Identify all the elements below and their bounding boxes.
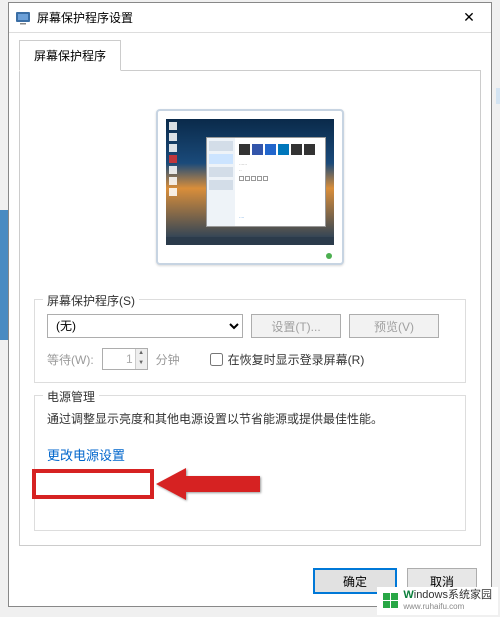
screensaver-settings-dialog: 屏幕保护程序设置 ✕ 屏幕保护程序 ········ [8, 2, 492, 607]
preview-button: 预览(V) [349, 314, 439, 338]
power-management-group: 电源管理 通过调整显示亮度和其他电源设置以节省能源或提供最佳性能。 更改电源设置 [34, 395, 466, 531]
background-fragment [0, 210, 8, 340]
close-icon: ✕ [463, 9, 475, 26]
tab-content: ········ ···· 屏幕保护程序(S) (无) 设置(T)... 预 [19, 70, 481, 546]
screensaver-preview: ········ ···· [34, 87, 466, 287]
preview-inner-window: ········ ···· [206, 137, 326, 227]
power-legend: 电源管理 [43, 388, 99, 405]
preview-taskbar [166, 237, 334, 245]
window-title: 屏幕保护程序设置 [37, 9, 447, 26]
settings-button: 设置(T)... [251, 314, 341, 338]
watermark: Windows系统家园 www.ruhaifu.com [377, 587, 498, 615]
tab-screensaver[interactable]: 屏幕保护程序 [19, 40, 121, 71]
titlebar: 屏幕保护程序设置 ✕ [9, 3, 491, 33]
change-power-settings-link[interactable]: 更改电源设置 [47, 445, 125, 464]
close-button[interactable]: ✕ [447, 3, 491, 33]
tab-label: 屏幕保护程序 [34, 49, 106, 63]
app-icon [15, 10, 31, 26]
resume-checkbox-text: 在恢复时显示登录屏幕(R) [228, 351, 365, 368]
wait-label: 等待(W): [47, 351, 94, 368]
monitor-frame: ········ ···· [156, 109, 344, 265]
power-description: 通过调整显示亮度和其他电源设置以节省能源或提供最佳性能。 [47, 410, 453, 427]
screensaver-select[interactable]: (无) [47, 314, 243, 338]
windows-flag-icon [383, 593, 399, 609]
wait-unit: 分钟 [156, 351, 180, 368]
watermark-text: Windows系统家园 www.ruhaifu.com [403, 590, 492, 612]
resume-checkbox-label[interactable]: 在恢复时显示登录屏幕(R) [210, 351, 365, 368]
screensaver-group: 屏幕保护程序(S) (无) 设置(T)... 预览(V) 等待(W): ▲▼ 分 [34, 299, 466, 383]
resume-checkbox[interactable] [210, 353, 223, 366]
monitor-screen: ········ ···· [166, 119, 334, 245]
tab-strip: 屏幕保护程序 [9, 33, 491, 70]
desktop-icons [169, 122, 181, 199]
wait-spinner[interactable]: ▲▼ [102, 348, 148, 370]
background-fragment [496, 88, 500, 104]
spinner-buttons[interactable]: ▲▼ [135, 349, 147, 369]
screensaver-legend: 屏幕保护程序(S) [43, 292, 139, 309]
